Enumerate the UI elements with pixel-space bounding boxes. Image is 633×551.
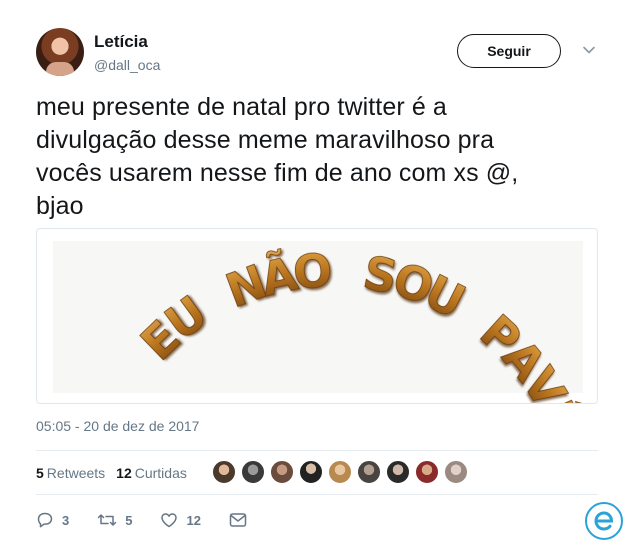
chevron-down-icon[interactable] [581, 42, 597, 58]
retweet-action[interactable]: 5 [97, 511, 132, 529]
liker-avatar[interactable] [444, 460, 468, 484]
engagement-stats: 5 Retweets 12 Curtidas [36, 461, 198, 485]
avatar[interactable] [36, 28, 84, 76]
message-action[interactable] [229, 512, 255, 528]
retweet-icon [97, 514, 117, 526]
divider [36, 450, 598, 451]
tweet-line: vocês usarem nesse fim de ano com xs @, [36, 159, 519, 187]
heart-icon [161, 513, 178, 528]
likes-label: Curtidas [134, 465, 187, 481]
retweets-count: 5 [36, 465, 44, 481]
tweet-line: meu presente de natal pro twitter é a [36, 93, 447, 121]
watermark-logo [585, 502, 623, 540]
likers-avatars [212, 460, 473, 486]
meme-letter: O [291, 243, 334, 300]
liker-avatar[interactable] [270, 460, 294, 484]
author-name[interactable]: Letícia [94, 32, 148, 52]
like-count: 12 [186, 512, 201, 528]
tweet-image[interactable]: EUNÃOSOUPAVÊ [36, 228, 598, 404]
author-handle[interactable]: @dall_oca [94, 57, 160, 73]
likes-count: 12 [116, 465, 132, 481]
tweet-line: bjao [36, 192, 84, 220]
tweet-header: Letícia @dall_oca Seguir [36, 28, 606, 80]
retweets-label: Retweets [46, 465, 106, 481]
meme-image: EUNÃOSOUPAVÊ [53, 241, 591, 403]
tweet-text: meu presente de natal pro twitter é a di… [36, 91, 606, 223]
liker-avatar[interactable] [212, 460, 236, 484]
tweet-timestamp[interactable]: 05:05 - 20 de dez de 2017 [36, 418, 199, 434]
liker-avatar[interactable] [328, 460, 352, 484]
reply-icon [37, 512, 53, 528]
likes-stat[interactable]: 12 Curtidas [116, 465, 187, 481]
liker-avatar[interactable] [299, 460, 323, 484]
envelope-icon [229, 513, 247, 527]
follow-button[interactable]: Seguir [457, 34, 561, 68]
tweet-line: divulgação desse meme maravilhoso pra [36, 126, 495, 154]
liker-avatar[interactable] [241, 460, 265, 484]
divider [36, 494, 598, 495]
reply-action[interactable]: 3 [36, 511, 69, 529]
e-logo-icon [594, 511, 614, 531]
retweet-count: 5 [125, 512, 133, 528]
retweets-stat[interactable]: 5 Retweets [36, 465, 105, 481]
liker-avatar[interactable] [357, 460, 381, 484]
reply-count: 3 [62, 512, 70, 528]
like-action[interactable]: 12 [160, 511, 201, 529]
liker-avatar[interactable] [386, 460, 410, 484]
liker-avatar[interactable] [415, 460, 439, 484]
tweet-actions: 3 5 12 [36, 508, 283, 532]
